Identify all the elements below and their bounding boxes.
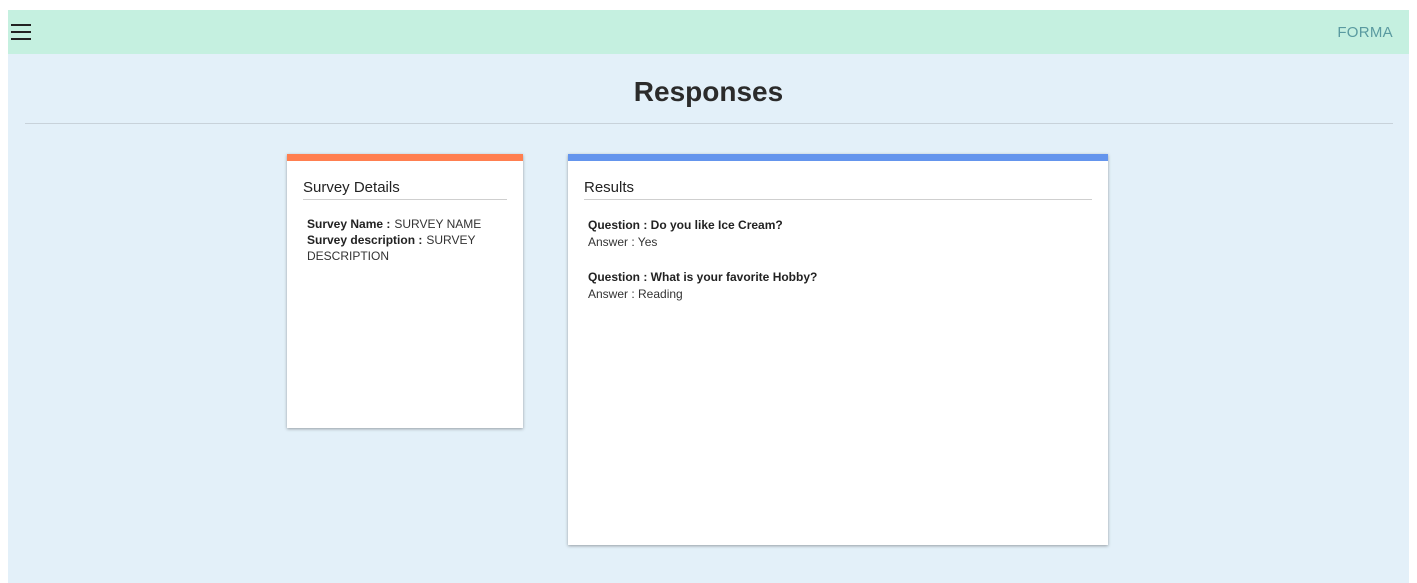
brand-link[interactable]: FORMA [1337,24,1393,41]
results-card: Results Question : Do you like Ice Cream… [568,154,1108,545]
survey-description-label: Survey description : [307,233,423,247]
result-answer: Answer : Reading [588,287,683,301]
app-frame: FORMA Responses Survey Details Survey Na… [8,10,1409,583]
results-heading: Results [584,179,635,196]
result-answer: Answer : Yes [588,235,658,249]
survey-details-body: Survey Name : SURVEY NAME Survey descript… [307,216,507,264]
result-question: Question : What is your favorite Hobby? [588,270,818,284]
result-item: Question : Do you like Ice Cream? Answer… [588,217,1088,251]
page-title: Responses [633,76,784,107]
survey-name-label: Survey Name : [307,217,391,231]
results-rule [584,199,1092,200]
survey-details-rule [303,199,507,200]
top-navbar: FORMA [8,10,1409,54]
result-item: Question : What is your favorite Hobby? … [588,269,1088,303]
survey-name-row: Survey Name : SURVEY NAME [307,216,507,232]
survey-details-heading: Survey Details [303,179,400,196]
survey-details-card: Survey Details Survey Name : SURVEY NAME … [287,154,523,428]
hamburger-menu-icon[interactable] [11,22,31,42]
results-list: Question : Do you like Ice Cream? Answer… [588,217,1088,321]
survey-description-row: Survey description : SURVEY DESCRIPTION [307,232,507,264]
survey-name-value: SURVEY NAME [394,217,482,231]
title-divider [25,123,1393,124]
result-question: Question : Do you like Ice Cream? [588,218,783,232]
